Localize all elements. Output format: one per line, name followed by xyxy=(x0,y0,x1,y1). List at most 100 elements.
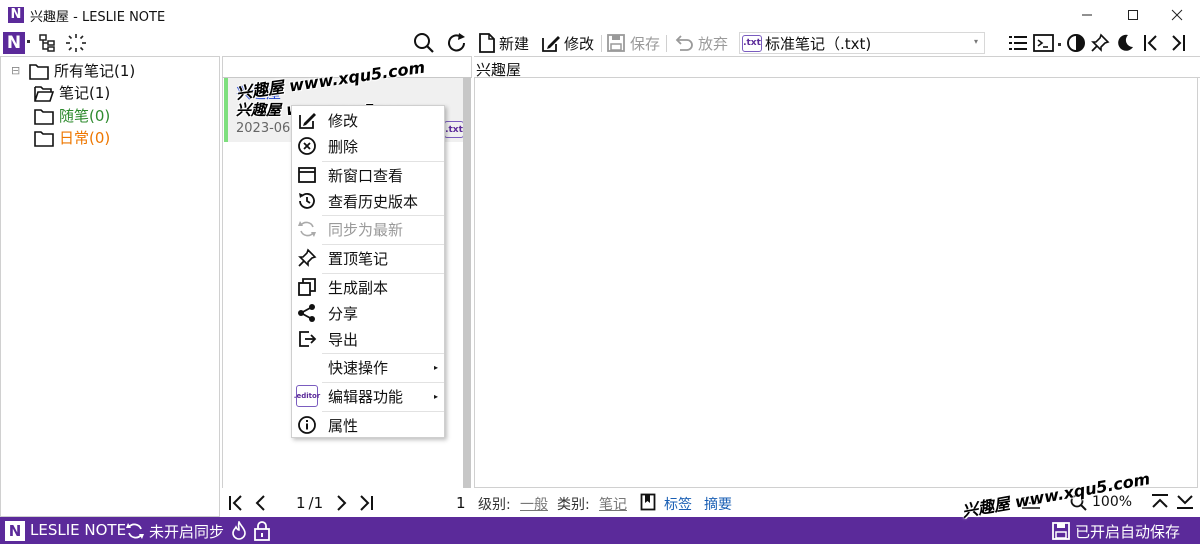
menu-item-label: 属性 xyxy=(328,416,359,435)
window-title: 兴趣屋 - LESLIE NOTE xyxy=(30,10,166,25)
bookmark-icon xyxy=(640,493,656,511)
new-note-button[interactable]: 新建 xyxy=(477,32,529,54)
edit-note-label: 修改 xyxy=(564,34,595,53)
status-bar: N LESLIE NOTE 未开启同步 已开启自动保存 xyxy=(0,517,1200,544)
app-logo-icon: N xyxy=(5,521,25,541)
collapse-toggle-icon[interactable]: ⊟ xyxy=(11,64,20,77)
menu-logo-button[interactable]: N xyxy=(3,32,25,54)
pagination: 1 /1 1 xyxy=(222,488,472,517)
tree-item-label: 日常(0) xyxy=(59,129,111,147)
category-label: 类别: xyxy=(557,497,590,513)
level-value-link[interactable]: 一般 xyxy=(520,494,548,514)
close-button[interactable] xyxy=(1154,0,1200,30)
menu-item-label: 查看历史版本 xyxy=(328,192,419,211)
tags-icon-button[interactable] xyxy=(640,493,656,511)
window-icon xyxy=(298,167,316,183)
contrast-button[interactable] xyxy=(1066,33,1086,53)
title-bar: N 兴趣屋 - LESLIE NOTE xyxy=(0,0,1200,30)
collapse-left-button[interactable] xyxy=(1142,33,1162,53)
menu-item-label: 快速操作 xyxy=(328,358,389,377)
editor-textarea[interactable] xyxy=(474,78,1198,488)
scroll-bottom-button[interactable] xyxy=(1175,493,1195,511)
maximize-button[interactable] xyxy=(1110,0,1156,30)
tree-item-label: 所有笔记(1) xyxy=(54,62,136,80)
tree-item-daily[interactable]: 日常(0) xyxy=(34,127,110,148)
lock-button[interactable] xyxy=(253,521,271,541)
scroll-top-button[interactable] xyxy=(1150,493,1170,511)
chevron-left-icon xyxy=(255,495,265,511)
menu-item-delete[interactable]: 删除 xyxy=(292,133,444,159)
note-list-scrollbar[interactable] xyxy=(463,78,471,488)
terminal-dot-icon xyxy=(1058,43,1061,46)
search-button[interactable] xyxy=(413,32,435,54)
loading-button[interactable] xyxy=(65,33,87,53)
refresh-button[interactable] xyxy=(446,32,468,54)
tree-structure-icon xyxy=(39,34,55,52)
list-view-button[interactable] xyxy=(1008,33,1028,53)
note-type-badge: .txt xyxy=(444,121,464,138)
tree-item-all-notes[interactable]: 所有笔记(1) xyxy=(29,60,135,81)
menu-item-label: 同步为最新 xyxy=(328,220,404,239)
last-page-button[interactable] xyxy=(358,494,374,512)
save-button[interactable]: 保存 xyxy=(606,32,660,54)
menu-item-label: 修改 xyxy=(328,111,359,130)
folder-icon xyxy=(34,108,54,125)
list-icon xyxy=(1009,36,1027,50)
export-icon xyxy=(299,331,317,347)
menu-item-properties[interactable]: 属性 xyxy=(292,412,444,438)
sync-icon xyxy=(126,523,144,539)
submenu-arrow-icon: ▸ xyxy=(433,391,438,401)
undo-icon xyxy=(675,35,693,51)
save-label: 保存 xyxy=(630,34,661,53)
maximize-icon xyxy=(1128,10,1138,20)
submenu-arrow-icon: ▸ xyxy=(433,362,438,372)
category-value-link[interactable]: 笔记 xyxy=(599,494,627,514)
pin-window-button[interactable] xyxy=(1090,33,1110,53)
page-indicator: 1 /1 xyxy=(296,494,323,512)
moon-icon xyxy=(1118,34,1133,51)
theme-button[interactable] xyxy=(231,521,247,541)
info-icon xyxy=(298,416,316,434)
edit-note-button[interactable]: 修改 xyxy=(540,32,594,54)
menu-item-export[interactable]: 导出 xyxy=(292,326,444,352)
copy-icon xyxy=(298,278,316,296)
terminal-button[interactable] xyxy=(1033,33,1055,53)
tree-toggle-button[interactable] xyxy=(38,33,58,53)
context-menu: 修改 删除 新窗口查看 查看历史版本 同步为最新 置顶笔记 生成副本 分享 导出… xyxy=(291,105,445,438)
menu-item-new-window[interactable]: 新窗口查看 xyxy=(292,162,444,188)
prev-page-button[interactable] xyxy=(254,494,266,512)
menu-item-duplicate[interactable]: 生成副本 xyxy=(292,274,444,300)
total-pages: /1 xyxy=(308,494,324,512)
menu-item-label: 生成副本 xyxy=(328,278,389,297)
tree-item-notes[interactable]: 笔记(1) xyxy=(34,82,110,103)
menu-item-editor-features[interactable]: .editor 编辑器功能 ▸ xyxy=(292,383,444,409)
new-note-label: 新建 xyxy=(499,34,530,53)
minimize-icon xyxy=(1082,14,1092,16)
minimize-button[interactable] xyxy=(1064,0,1110,30)
sync-status-button[interactable] xyxy=(125,521,145,541)
sync-status: 未开启同步 xyxy=(149,523,225,541)
scroll-top-icon xyxy=(1152,494,1168,508)
note-type-select[interactable]: .txt 标准笔记（.txt) ▾ xyxy=(739,32,985,54)
menu-item-history[interactable]: 查看历史版本 xyxy=(292,188,444,214)
discard-button[interactable]: 放弃 xyxy=(674,32,728,54)
editor-icon: .editor xyxy=(294,385,320,407)
save-icon xyxy=(607,34,625,52)
summary-link[interactable]: 摘要 xyxy=(704,494,732,514)
menu-item-share[interactable]: 分享 xyxy=(292,300,444,326)
autosave-status: 已开启自动保存 xyxy=(1075,523,1181,541)
collapse-right-button[interactable] xyxy=(1168,33,1188,53)
menu-item-label: 导出 xyxy=(328,330,359,349)
first-page-button[interactable] xyxy=(228,494,244,512)
tree-item-essays[interactable]: 随笔(0) xyxy=(34,105,110,126)
menu-item-edit[interactable]: 修改 xyxy=(292,107,444,133)
save-icon xyxy=(1052,522,1070,540)
menu-item-pin[interactable]: 置顶笔记 xyxy=(292,245,444,271)
tags-link[interactable]: 标签 xyxy=(664,494,692,514)
next-page-button[interactable] xyxy=(336,494,348,512)
menu-item-quick-actions[interactable]: 快速操作 ▸ xyxy=(292,354,444,380)
menu-item-label: 删除 xyxy=(328,137,359,156)
tree-item-label: 笔记(1) xyxy=(59,84,111,102)
dark-mode-button[interactable] xyxy=(1115,33,1135,53)
autosave-icon-button[interactable] xyxy=(1052,521,1070,541)
